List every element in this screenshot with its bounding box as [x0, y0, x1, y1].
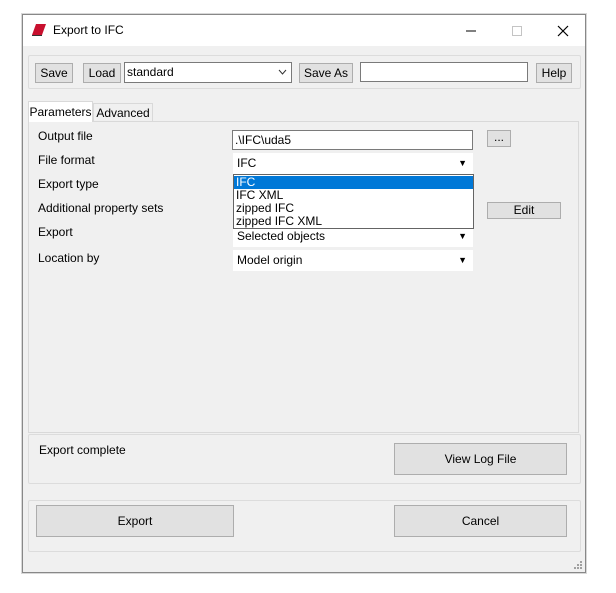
maximize-icon	[512, 26, 522, 37]
minimize-button[interactable]	[448, 15, 494, 46]
tab-parameters[interactable]: Parameters	[28, 101, 93, 122]
dropdown-arrow-icon: ▼	[458, 231, 467, 241]
export-select[interactable]: Selected objects ▼	[233, 226, 473, 247]
resize-grip-icon[interactable]	[572, 559, 582, 569]
chevron-down-icon	[278, 63, 287, 87]
file-format-value: IFC	[237, 156, 257, 170]
load-button[interactable]: Load	[83, 63, 121, 83]
edit-property-sets-button[interactable]: Edit	[487, 202, 561, 219]
app-icon	[31, 23, 47, 37]
additional-property-sets-label: Additional property sets	[38, 201, 164, 215]
preset-combobox[interactable]: standard	[124, 62, 292, 83]
maximize-button[interactable]	[494, 15, 540, 46]
location-by-select[interactable]: Model origin ▼	[233, 250, 473, 271]
export-label: Export	[38, 225, 73, 239]
close-icon	[557, 25, 569, 37]
export-type-label: Export type	[38, 177, 99, 191]
cancel-button[interactable]: Cancel	[394, 505, 567, 537]
view-log-file-button[interactable]: View Log File	[394, 443, 567, 475]
file-format-option[interactable]: zipped IFC XML	[234, 215, 473, 228]
save-as-button[interactable]: Save As	[299, 63, 353, 83]
help-button[interactable]: Help	[536, 63, 572, 83]
dropdown-arrow-icon: ▼	[458, 255, 467, 265]
browse-button[interactable]: ...	[487, 130, 511, 147]
file-format-label: File format	[38, 153, 95, 167]
dropdown-arrow-icon: ▼	[458, 158, 467, 168]
output-file-label: Output file	[38, 129, 93, 143]
minimize-icon	[466, 30, 476, 32]
close-button[interactable]	[540, 15, 586, 46]
export-value: Selected objects	[237, 229, 326, 243]
tab-advanced[interactable]: Advanced	[93, 103, 153, 121]
file-format-dropdown-list: IFC IFC XML zipped IFC zipped IFC XML	[233, 174, 474, 229]
export-button[interactable]: Export	[36, 505, 234, 537]
save-as-name-input[interactable]	[360, 62, 528, 82]
save-button[interactable]: Save	[35, 63, 73, 83]
preset-value: standard	[127, 65, 174, 79]
window-title: Export to IFC	[53, 23, 124, 37]
location-by-label: Location by	[38, 251, 100, 265]
title-bar[interactable]: Export to IFC	[23, 15, 585, 46]
output-file-input[interactable]: .\IFC\uda5	[232, 130, 473, 150]
status-message: Export complete	[39, 443, 126, 457]
export-to-ifc-dialog: Export to IFC Save Load standard Save As…	[22, 14, 586, 573]
file-format-select[interactable]: IFC ▼	[233, 153, 473, 174]
location-by-value: Model origin	[237, 253, 303, 267]
